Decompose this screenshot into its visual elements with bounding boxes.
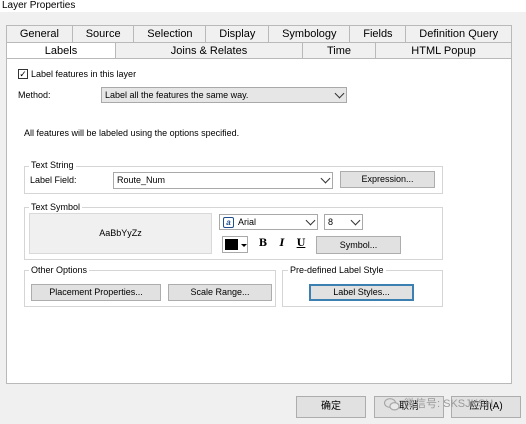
tab-source[interactable]: Source (72, 25, 135, 42)
tab-symbology[interactable]: Symbology (269, 25, 351, 42)
underline-button[interactable]: U (293, 237, 309, 251)
predefined-label-style-group-label: Pre-defined Label Style (288, 265, 386, 275)
text-symbol-group-label: Text Symbol (29, 202, 83, 212)
window-title: Layer Properties (0, 0, 526, 12)
label-field-value: Route_Num (117, 175, 166, 185)
tab-display[interactable]: Display (206, 25, 270, 42)
color-picker[interactable] (222, 236, 248, 253)
label-styles-button[interactable]: Label Styles... (309, 284, 414, 301)
tab-row-1: General Source Selection Display Symbolo… (6, 25, 513, 42)
symbol-button[interactable]: Symbol... (316, 236, 401, 254)
method-label: Method: (18, 90, 51, 100)
label-field-label: Label Field: (30, 175, 77, 185)
wechat-icon (383, 398, 400, 411)
checkmark-icon: ✓ (19, 69, 27, 79)
expression-button[interactable]: Expression... (340, 171, 435, 188)
label-field-dropdown[interactable]: Route_Num (113, 172, 333, 189)
tab-time[interactable]: Time (303, 42, 376, 59)
bold-button[interactable]: B (255, 237, 271, 251)
method-value: Label all the features the same way. (105, 90, 249, 100)
tab-labels[interactable]: Labels (6, 42, 116, 59)
ok-button[interactable]: 确定 (296, 396, 366, 418)
tab-general[interactable]: General (6, 25, 73, 42)
tab-joins-relates[interactable]: Joins & Relates (116, 42, 303, 59)
watermark-text: 微信号: SKSJKSH (404, 398, 494, 410)
tab-row-2: Labels Joins & Relates Time HTML Popup (6, 42, 512, 59)
chevron-down-icon (334, 88, 345, 99)
label-features-label: Label features in this layer (31, 69, 137, 79)
text-string-group-label: Text String (29, 160, 76, 170)
italic-button[interactable]: I (274, 237, 290, 251)
tab-fields[interactable]: Fields (350, 25, 407, 42)
color-swatch (225, 239, 238, 250)
label-features-checkbox[interactable]: ✓ (18, 69, 28, 79)
caret-down-icon (241, 244, 247, 247)
chevron-down-icon (320, 173, 331, 184)
tab-selection[interactable]: Selection (134, 25, 207, 42)
font-dropdown[interactable]: a Arial (219, 214, 318, 230)
chevron-down-icon (305, 215, 316, 226)
other-options-group-label: Other Options (29, 265, 90, 275)
font-name: Arial (238, 217, 257, 227)
chevron-down-icon (350, 215, 361, 226)
font-size-value: 8 (328, 217, 334, 227)
scale-range-button[interactable]: Scale Range... (168, 284, 272, 301)
opentype-font-icon: a (223, 217, 234, 228)
tab-html-popup[interactable]: HTML Popup (376, 42, 512, 59)
tab-definition-query[interactable]: Definition Query (406, 25, 513, 42)
method-dropdown[interactable]: Label all the features the same way. (101, 87, 347, 103)
info-text: All features will be labeled using the o… (24, 128, 240, 138)
text-symbol-preview: AaBbYyZz (29, 213, 212, 254)
placement-properties-button[interactable]: Placement Properties... (31, 284, 161, 301)
font-size-dropdown[interactable]: 8 (324, 214, 363, 230)
